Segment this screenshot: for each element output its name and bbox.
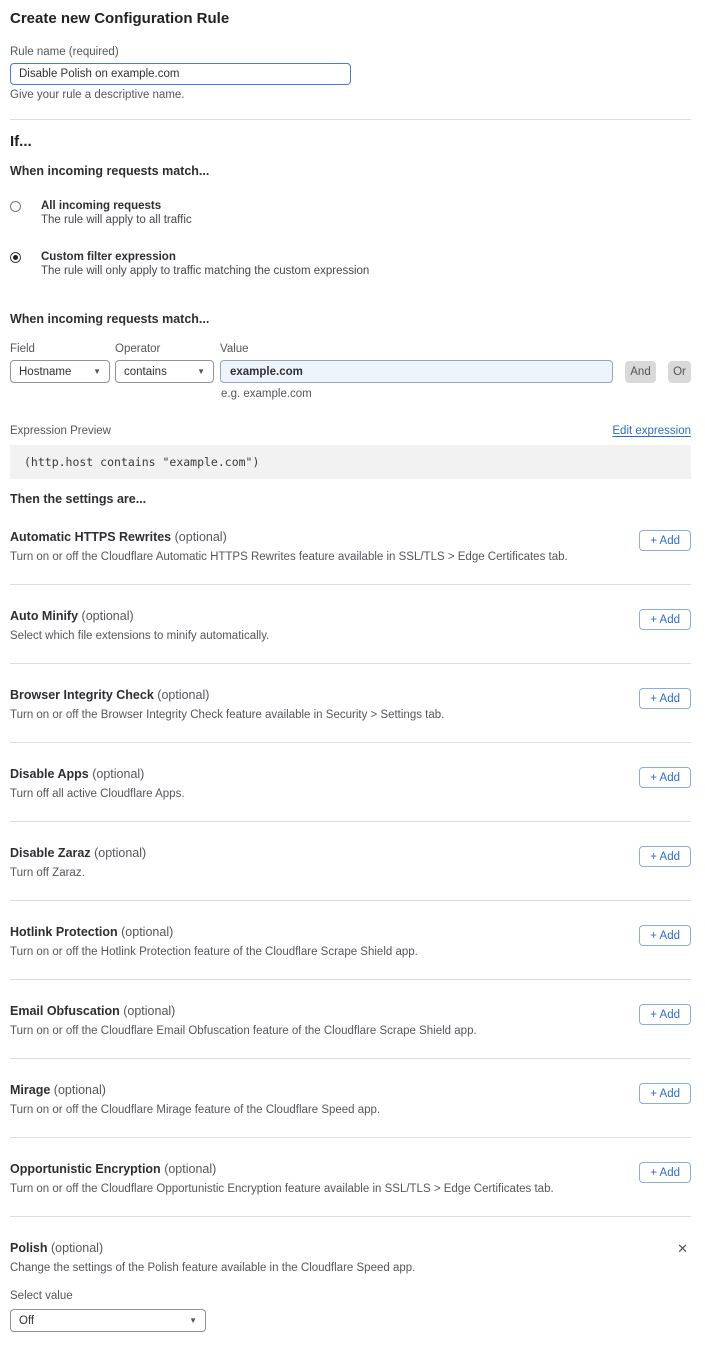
page-title: Create new Configuration Rule bbox=[10, 10, 691, 27]
value-column-label: Value bbox=[220, 343, 249, 356]
setting-row: Hotlink Protection (optional) Turn on or… bbox=[10, 901, 691, 980]
setting-description: Turn on or off the Cloudflare Mirage fea… bbox=[10, 1104, 691, 1117]
setting-row: Automatic HTTPS Rewrites (optional) Turn… bbox=[10, 506, 691, 585]
setting-optional-suffix: (optional) bbox=[123, 1004, 175, 1018]
chevron-down-icon: ▼ bbox=[197, 367, 205, 376]
setting-row: Auto Minify (optional) Select which file… bbox=[10, 585, 691, 664]
add-setting-button[interactable]: + Add bbox=[639, 925, 691, 946]
setting-row: Polish (optional) Change the settings of… bbox=[10, 1217, 691, 1345]
setting-select-label: Select value bbox=[10, 1290, 691, 1303]
setting-optional-suffix: (optional) bbox=[51, 1241, 103, 1255]
field-select[interactable]: Hostname ▼ bbox=[10, 360, 110, 383]
radio-option-custom-filter-expression[interactable]: Custom filter expression The rule will o… bbox=[10, 251, 691, 278]
incoming-requests-match-label: When incoming requests match... bbox=[10, 164, 691, 178]
expression-preview-label: Expression Preview bbox=[10, 425, 111, 438]
setting-title: Email Obfuscation bbox=[10, 1004, 120, 1018]
setting-select-value: Off bbox=[19, 1315, 34, 1327]
setting-row: Opportunistic Encryption (optional) Turn… bbox=[10, 1138, 691, 1217]
setting-optional-suffix: (optional) bbox=[121, 925, 173, 939]
setting-optional-suffix: (optional) bbox=[157, 688, 209, 702]
setting-title: Automatic HTTPS Rewrites bbox=[10, 530, 171, 544]
setting-row: Mirage (optional) Turn on or off the Clo… bbox=[10, 1059, 691, 1138]
chevron-down-icon: ▼ bbox=[93, 367, 101, 376]
setting-title: Disable Apps bbox=[10, 767, 89, 781]
value-input[interactable] bbox=[220, 360, 613, 383]
setting-row: Email Obfuscation (optional) Turn on or … bbox=[10, 980, 691, 1059]
add-setting-button[interactable]: + Add bbox=[639, 846, 691, 867]
rule-name-input[interactable] bbox=[10, 63, 351, 85]
setting-title: Polish bbox=[10, 1241, 48, 1255]
operator-column-label: Operator bbox=[115, 343, 220, 356]
setting-optional-suffix: (optional) bbox=[92, 767, 144, 781]
section-divider bbox=[10, 119, 691, 120]
expression-builder-heading: When incoming requests match... bbox=[10, 312, 691, 326]
setting-description: Select which file extensions to minify a… bbox=[10, 630, 691, 643]
setting-row: Disable Apps (optional) Turn off all act… bbox=[10, 743, 691, 822]
radio-label: All incoming requests bbox=[41, 200, 192, 213]
expression-code-text: (http.host contains "example.com") bbox=[24, 455, 259, 469]
or-button[interactable]: Or bbox=[668, 361, 691, 383]
settings-list: Automatic HTTPS Rewrites (optional) Turn… bbox=[10, 506, 691, 1345]
and-button[interactable]: And bbox=[625, 361, 656, 383]
operator-select[interactable]: contains ▼ bbox=[115, 360, 214, 383]
setting-row: Browser Integrity Check (optional) Turn … bbox=[10, 664, 691, 743]
close-icon[interactable]: ✕ bbox=[677, 1242, 688, 1255]
match-type-radio-group: All incoming requests The rule will appl… bbox=[10, 200, 691, 278]
setting-title: Opportunistic Encryption bbox=[10, 1162, 161, 1176]
value-helper: e.g. example.com bbox=[221, 388, 691, 401]
setting-description: Turn on or off the Cloudflare Opportunis… bbox=[10, 1183, 691, 1196]
rule-name-label: Rule name (required) bbox=[10, 46, 691, 59]
add-setting-button[interactable]: + Add bbox=[639, 1162, 691, 1183]
setting-optional-suffix: (optional) bbox=[94, 846, 146, 860]
setting-title: Browser Integrity Check bbox=[10, 688, 154, 702]
rule-name-helper: Give your rule a descriptive name. bbox=[10, 89, 691, 102]
radio-description: The rule will only apply to traffic matc… bbox=[41, 265, 369, 278]
setting-optional-suffix: (optional) bbox=[164, 1162, 216, 1176]
radio-option-all-incoming-requests[interactable]: All incoming requests The rule will appl… bbox=[10, 200, 691, 227]
setting-optional-suffix: (optional) bbox=[82, 609, 134, 623]
settings-heading: Then the settings are... bbox=[10, 492, 691, 506]
expression-builder-row: Hostname ▼ contains ▼ And Or bbox=[10, 360, 691, 383]
expression-builder-column-labels: Field Operator Value bbox=[10, 343, 691, 356]
radio-label: Custom filter expression bbox=[41, 251, 369, 264]
setting-title: Hotlink Protection bbox=[10, 925, 118, 939]
setting-title: Disable Zaraz bbox=[10, 846, 91, 860]
setting-title: Auto Minify bbox=[10, 609, 78, 623]
add-setting-button[interactable]: + Add bbox=[639, 688, 691, 709]
setting-description: Turn on or off the Cloudflare Automatic … bbox=[10, 551, 691, 564]
radio-unselected-icon[interactable] bbox=[10, 201, 21, 212]
field-column-label: Field bbox=[10, 343, 115, 356]
expression-preview-code: (http.host contains "example.com") bbox=[10, 445, 691, 479]
operator-select-value: contains bbox=[124, 366, 167, 378]
radio-selected-icon[interactable] bbox=[10, 252, 21, 263]
setting-description: Change the settings of the Polish featur… bbox=[10, 1262, 691, 1275]
add-setting-button[interactable]: + Add bbox=[639, 530, 691, 551]
setting-optional-suffix: (optional) bbox=[175, 530, 227, 544]
edit-expression-link[interactable]: Edit expression bbox=[612, 425, 691, 437]
radio-description: The rule will apply to all traffic bbox=[41, 214, 192, 227]
setting-description: Turn on or off the Cloudflare Email Obfu… bbox=[10, 1025, 691, 1038]
setting-description: Turn off Zaraz. bbox=[10, 867, 691, 880]
field-select-value: Hostname bbox=[19, 366, 71, 378]
setting-description: Turn on or off the Browser Integrity Che… bbox=[10, 709, 691, 722]
add-setting-button[interactable]: + Add bbox=[639, 1004, 691, 1025]
expression-preview-header: Expression Preview Edit expression bbox=[10, 425, 691, 438]
chevron-down-icon: ▼ bbox=[189, 1316, 197, 1325]
setting-description: Turn off all active Cloudflare Apps. bbox=[10, 788, 691, 801]
add-setting-button[interactable]: + Add bbox=[639, 609, 691, 630]
setting-value-select[interactable]: Off ▼ bbox=[10, 1309, 206, 1332]
add-setting-button[interactable]: + Add bbox=[639, 767, 691, 788]
setting-title: Mirage bbox=[10, 1083, 50, 1097]
add-setting-button[interactable]: + Add bbox=[639, 1083, 691, 1104]
setting-description: Turn on or off the Hotlink Protection fe… bbox=[10, 946, 691, 959]
if-heading: If... bbox=[10, 133, 691, 150]
setting-optional-suffix: (optional) bbox=[54, 1083, 106, 1097]
setting-row: Disable Zaraz (optional) Turn off Zaraz.… bbox=[10, 822, 691, 901]
create-configuration-rule-page: Create new Configuration Rule Rule name … bbox=[0, 0, 705, 1357]
